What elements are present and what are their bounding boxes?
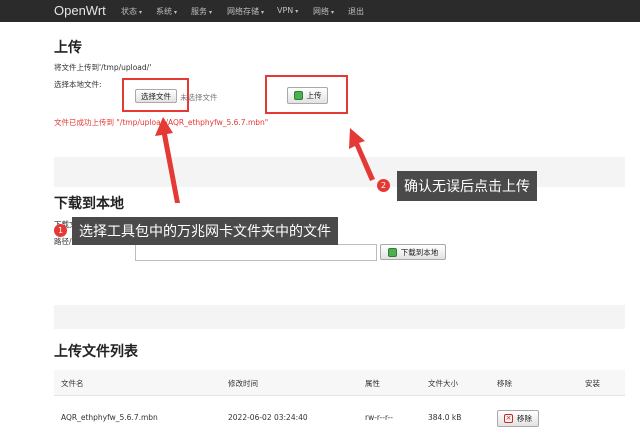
arrow-to-choose-file <box>155 117 180 203</box>
annotation-arrows <box>155 117 375 203</box>
callout-2-badge: 2 <box>377 179 390 192</box>
callout-1: 选择工具包中的万兆网卡文件夹中的文件 <box>72 217 338 245</box>
arrow-to-upload <box>349 128 375 181</box>
callout-1-badge: 1 <box>54 224 67 237</box>
callout-2: 确认无误后点击上传 <box>397 171 537 201</box>
